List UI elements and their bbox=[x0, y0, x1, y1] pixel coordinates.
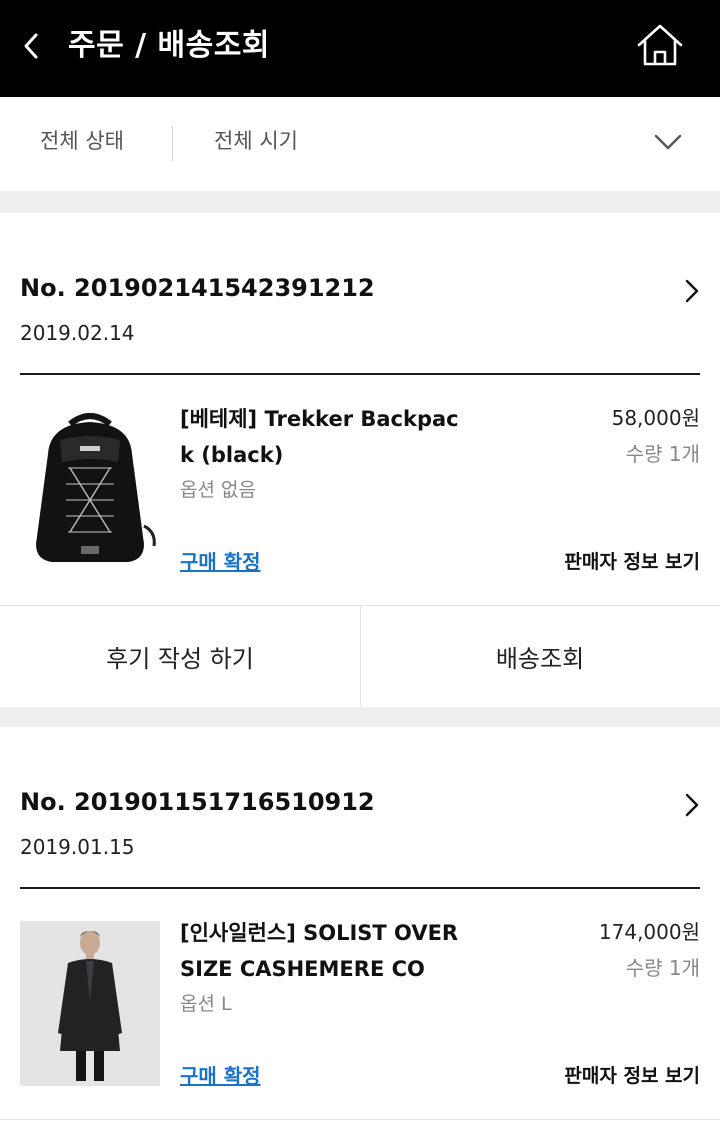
chevron-down-icon[interactable] bbox=[650, 127, 686, 157]
section-gap bbox=[0, 707, 720, 727]
product-quantity: 수량 1개 bbox=[625, 442, 700, 466]
confirm-purchase-link[interactable]: 구매 확정 bbox=[180, 1061, 261, 1091]
page-title: 주문 / 배송조회 bbox=[68, 28, 270, 63]
product-name[interactable]: [인사일런스] SOLIST OVERSIZE CASHEMERE CO bbox=[180, 915, 460, 987]
product-price: 174,000원 bbox=[598, 920, 700, 944]
order-card: No. 2019021415423912​12 2019.02.14 [베테제]… bbox=[0, 213, 720, 707]
home-icon[interactable] bbox=[634, 20, 686, 72]
divider bbox=[0, 1119, 720, 1120]
order-actions: 후기 작성 하기 배송조회 bbox=[0, 605, 720, 707]
order-card: No. 201901151716510912 2019.01.15 [인사일런스… bbox=[0, 727, 720, 1121]
order-number[interactable]: No. 2019021415423912​12 bbox=[20, 272, 375, 304]
track-delivery-button[interactable]: 배송조회 bbox=[360, 606, 720, 707]
confirm-purchase-link[interactable]: 구매 확정 bbox=[180, 547, 261, 577]
product-option: 옵션 없음 bbox=[180, 479, 256, 501]
write-review-button[interactable]: 후기 작성 하기 bbox=[0, 606, 360, 707]
divider bbox=[20, 373, 700, 375]
product-option: 옵션 L bbox=[180, 993, 232, 1015]
filter-bar: 전체 상태 전체 시기 bbox=[0, 97, 720, 191]
status-filter[interactable]: 전체 상태 bbox=[40, 125, 124, 157]
filter-divider bbox=[172, 126, 173, 161]
app-header: 주문 / 배송조회 bbox=[0, 0, 720, 97]
section-gap bbox=[0, 191, 720, 213]
product-price: 58,000원 bbox=[611, 406, 700, 430]
backpack-photo bbox=[20, 406, 160, 571]
product-thumbnail[interactable] bbox=[20, 406, 160, 571]
period-filter[interactable]: 전체 시기 bbox=[214, 125, 298, 157]
order-number[interactable]: No. 201901151716510912 bbox=[20, 786, 375, 818]
divider bbox=[20, 887, 700, 889]
product-quantity: 수량 1개 bbox=[625, 956, 700, 980]
product-thumbnail[interactable] bbox=[20, 921, 160, 1086]
order-date: 2019.01.15 bbox=[20, 835, 135, 859]
back-icon[interactable] bbox=[14, 26, 54, 66]
order-date: 2019.02.14 bbox=[20, 321, 135, 345]
chevron-right-icon[interactable] bbox=[680, 276, 704, 306]
coat-model-photo bbox=[20, 921, 160, 1086]
seller-info-link[interactable]: 판매자 정보 보기 bbox=[564, 1061, 700, 1091]
product-name[interactable]: [베테제] Trekker Backpack (black) bbox=[180, 401, 460, 473]
seller-info-link[interactable]: 판매자 정보 보기 bbox=[564, 547, 700, 577]
chevron-right-icon[interactable] bbox=[680, 790, 704, 820]
